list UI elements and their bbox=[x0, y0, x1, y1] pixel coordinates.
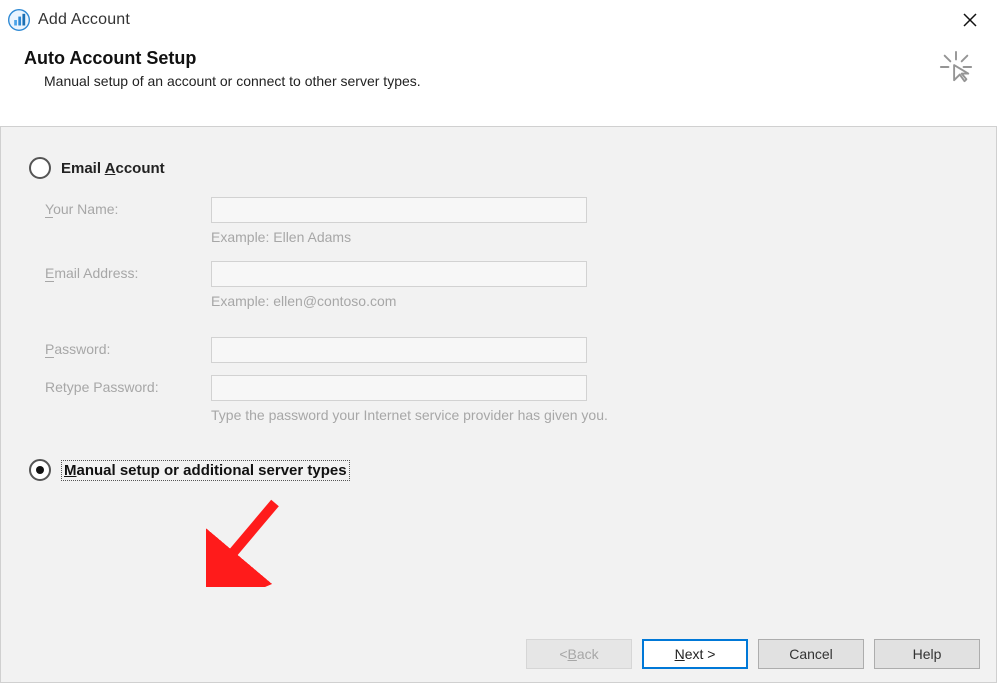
wizard-cursor-icon bbox=[939, 50, 973, 84]
your-name-input bbox=[211, 197, 587, 223]
titlebar: Add Account bbox=[0, 0, 997, 40]
your-name-label: Your Name: bbox=[45, 201, 118, 218]
next-button[interactable]: Next > bbox=[642, 639, 748, 669]
help-button[interactable]: Help bbox=[874, 639, 980, 669]
window-title: Add Account bbox=[38, 11, 130, 29]
radio-manual-setup[interactable]: Manual setup or additional server types bbox=[29, 459, 968, 481]
add-account-dialog: Add Account Auto Account Setup Manual se… bbox=[0, 0, 997, 683]
password-label: Password: bbox=[45, 341, 110, 358]
app-icon bbox=[8, 9, 30, 31]
radio-icon bbox=[29, 157, 51, 179]
radio-label: Manual setup or additional server types bbox=[61, 460, 350, 481]
retype-password-input bbox=[211, 375, 587, 401]
radio-email-account[interactable]: Email Account bbox=[29, 157, 968, 179]
wizard-footer: < Back Next > Cancel Help bbox=[0, 625, 997, 683]
close-icon bbox=[963, 13, 977, 27]
email-form-area: Your Name: Example: Ellen Adams Email Ad… bbox=[45, 197, 968, 423]
wizard-header: Auto Account Setup Manual setup of an ac… bbox=[0, 40, 997, 127]
close-button[interactable] bbox=[947, 5, 993, 35]
radio-icon bbox=[29, 459, 51, 481]
header-subtitle: Manual setup of an account or connect to… bbox=[44, 73, 421, 89]
back-button: < Back bbox=[526, 639, 632, 669]
retype-password-label: Retype Password: bbox=[45, 379, 159, 395]
your-name-hint: Example: Ellen Adams bbox=[211, 229, 351, 245]
wizard-body: Email Account Your Name: Example: Ellen … bbox=[0, 127, 997, 642]
password-hint: Type the password your Internet service … bbox=[211, 407, 608, 423]
header-title: Auto Account Setup bbox=[24, 48, 421, 69]
annotation-arrow-icon bbox=[206, 497, 286, 587]
email-hint: Example: ellen@contoso.com bbox=[211, 293, 396, 309]
email-label: Email Address: bbox=[45, 265, 138, 282]
cancel-button[interactable]: Cancel bbox=[758, 639, 864, 669]
radio-label: Email Account bbox=[61, 160, 165, 177]
password-input bbox=[211, 337, 587, 363]
email-input bbox=[211, 261, 587, 287]
